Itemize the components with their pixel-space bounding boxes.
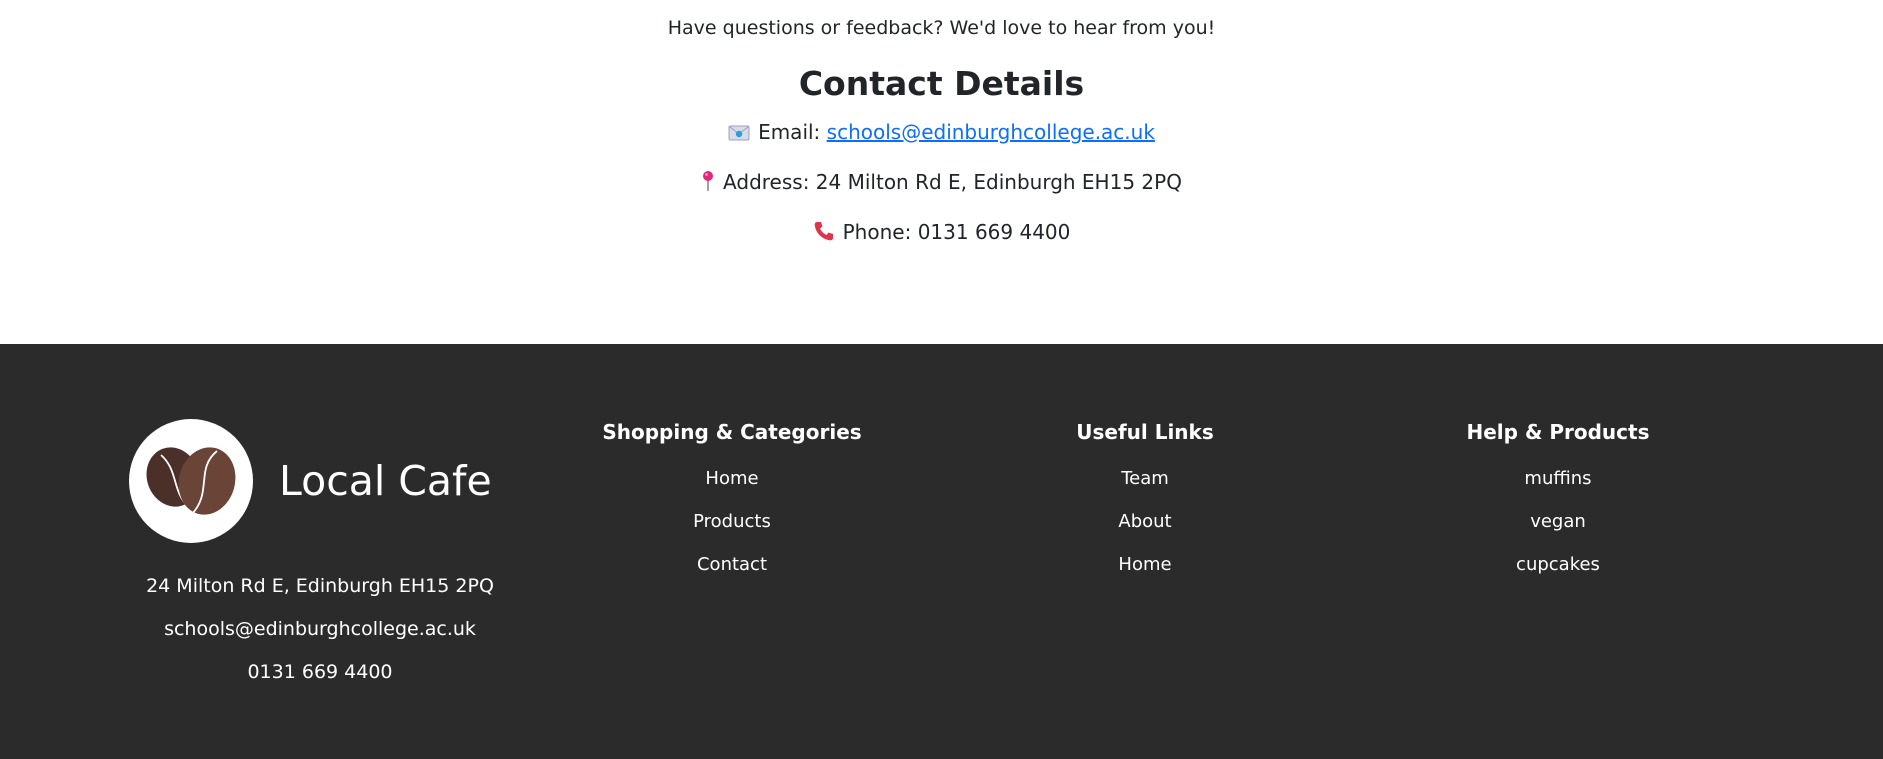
footer-column-help-products: Help & Products muffins vegan cupcakes [1408, 420, 1708, 597]
footer-column-heading: Help & Products [1466, 420, 1650, 444]
footer-column-heading: Useful Links [1076, 420, 1214, 444]
footer-address: 24 Milton Rd E, Edinburgh EH15 2PQ [146, 575, 494, 597]
footer-link-contact[interactable]: Contact [582, 554, 882, 597]
contact-phone-row: Phone: 0131 669 4400 [0, 220, 1883, 247]
footer-column-shopping: Shopping & Categories Home Products Cont… [582, 420, 882, 597]
footer-link-muffins[interactable]: muffins [1408, 468, 1708, 511]
telephone-icon [813, 220, 835, 247]
contact-intro: Have questions or feedback? We'd love to… [667, 17, 1216, 39]
brand-name[interactable]: Local Cafe [279, 457, 492, 505]
footer-link-about[interactable]: About [995, 511, 1295, 554]
envelope-icon [728, 123, 750, 147]
phone-label: Phone: [842, 220, 918, 244]
footer-link-cupcakes[interactable]: cupcakes [1408, 554, 1708, 597]
footer-link-vegan[interactable]: vegan [1408, 511, 1708, 554]
contact-heading: Contact Details [798, 64, 1085, 103]
footer-link-team[interactable]: Team [995, 468, 1295, 511]
footer-link-home[interactable]: Home [582, 468, 882, 511]
footer-contact-info: 24 Milton Rd E, Edinburgh EH15 2PQ schoo… [130, 574, 510, 703]
coffee-beans-icon[interactable] [129, 419, 253, 543]
footer-email: schools@edinburghcollege.ac.uk [164, 618, 476, 640]
contact-section: Have questions or feedback? We'd love to… [0, 0, 1883, 344]
phone-value: 0131 669 4400 [917, 220, 1071, 244]
pushpin-icon [701, 170, 715, 197]
contact-email-row: Email: schools@edinburghcollege.ac.uk [0, 120, 1883, 147]
address-label: Address: [723, 170, 816, 194]
email-link[interactable]: schools@edinburghcollege.ac.uk [827, 120, 1155, 144]
site-footer: Local Cafe 24 Milton Rd E, Edinburgh EH1… [0, 344, 1883, 759]
footer-column-heading: Shopping & Categories [602, 420, 862, 444]
footer-brand[interactable]: Local Cafe [129, 419, 492, 543]
footer-phone: 0131 669 4400 [247, 661, 393, 683]
contact-address-row: Address: 24 Milton Rd E, Edinburgh EH15 … [0, 170, 1883, 197]
email-label: Email: [758, 120, 827, 144]
footer-link-home-2[interactable]: Home [995, 554, 1295, 597]
address-value: 24 Milton Rd E, Edinburgh EH15 2PQ [815, 170, 1182, 194]
footer-column-useful-links: Useful Links Team About Home [995, 420, 1295, 597]
footer-link-products[interactable]: Products [582, 511, 882, 554]
